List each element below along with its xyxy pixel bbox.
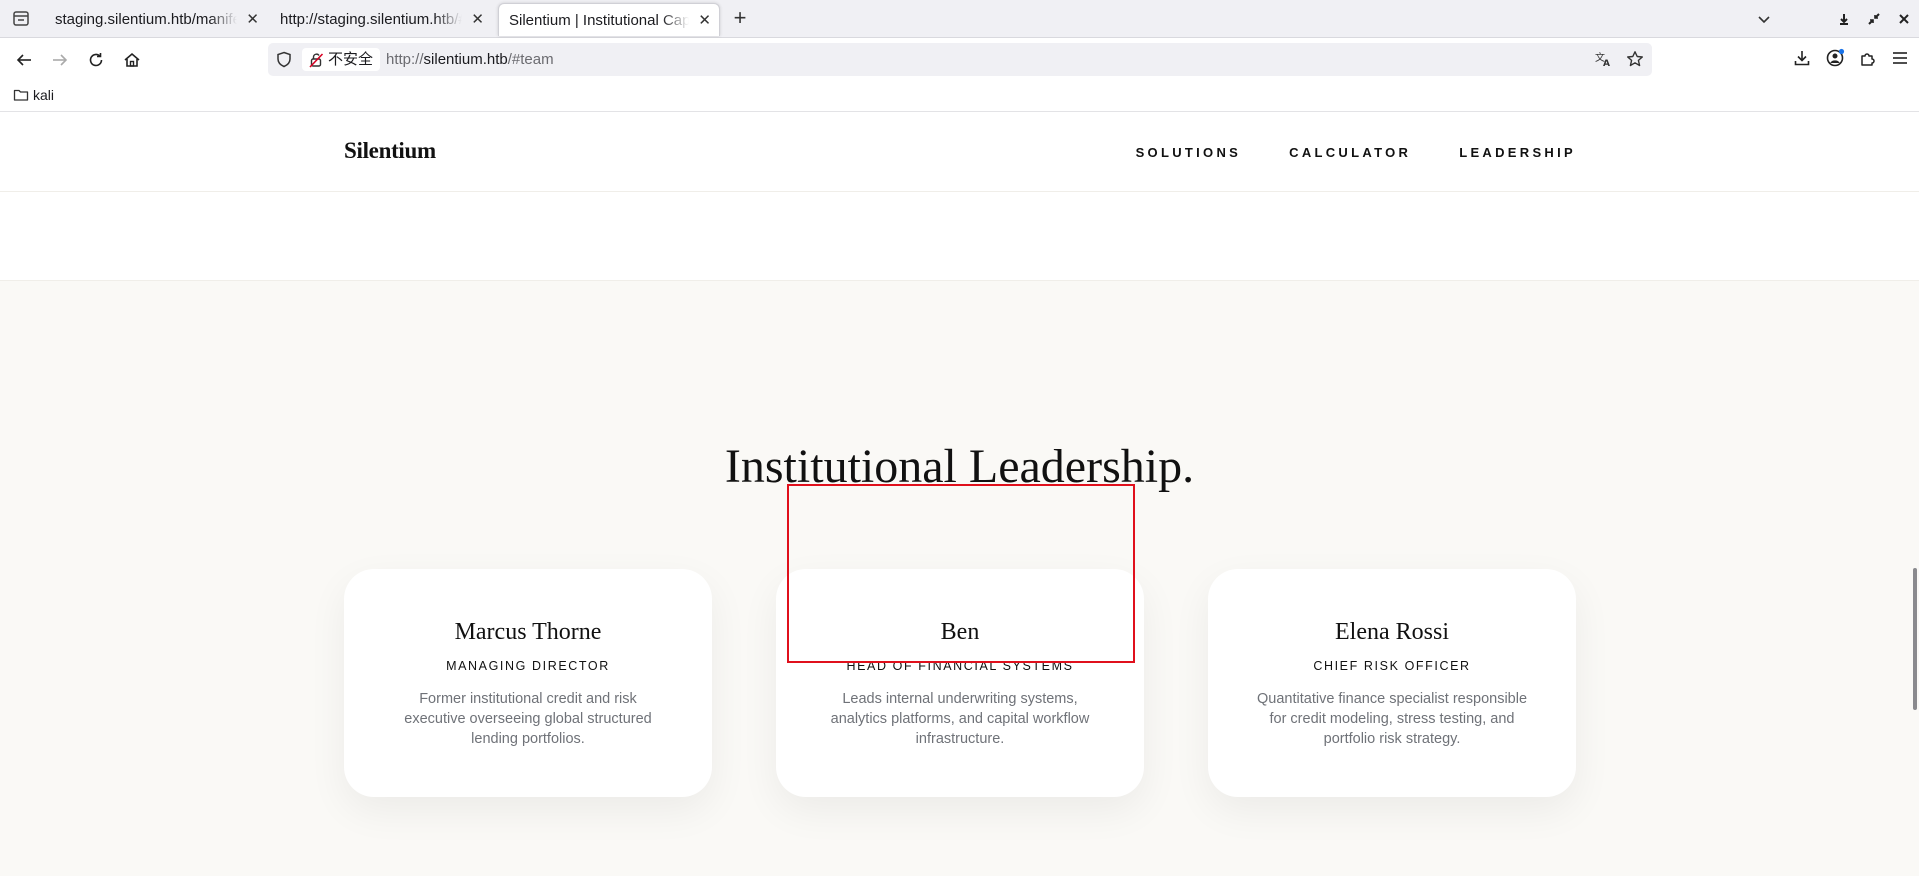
team-card-marcus-thorne: Marcus Thorne MANAGING DIRECTOR Former i… — [344, 569, 712, 797]
insecure-lock-icon — [309, 52, 324, 75]
url-text[interactable]: http://silentium.htb/#team — [386, 43, 554, 76]
team-member-name: Elena Rossi — [1335, 619, 1449, 645]
back-icon[interactable] — [12, 48, 36, 72]
tab-staging[interactable]: http://staging.silentium.htb/# ✕ — [270, 3, 492, 36]
bookmarks-toolbar: kali — [0, 82, 1919, 112]
account-icon[interactable] — [1825, 48, 1845, 73]
site-logo[interactable]: Silentium — [344, 138, 436, 164]
connection-insecure-badge[interactable]: 不安全 — [302, 48, 381, 71]
bookmark-star-icon[interactable] — [1626, 50, 1644, 73]
tab-silentium[interactable]: Silentium | Institutional Capital ✕ — [498, 3, 720, 36]
close-icon[interactable]: ✕ — [246, 3, 259, 36]
tab-title: Silentium | Institutional Capital — [509, 12, 689, 29]
tab-manifest[interactable]: staging.silentium.htb/manifest ✕ — [45, 3, 267, 36]
close-icon[interactable]: ✕ — [471, 3, 484, 36]
tab-bar: staging.silentium.htb/manifest ✕ http://… — [0, 0, 1919, 38]
team-member-description: Leads internal underwriting systems, ana… — [830, 691, 1090, 747]
folder-icon — [13, 89, 29, 101]
downloads-icon[interactable] — [1793, 49, 1811, 72]
menu-icon[interactable] — [1891, 49, 1909, 72]
address-bar[interactable]: 不安全 http://silentium.htb/#team 文A — [268, 43, 1652, 76]
team-card-ben: Ben HEAD OF FINANCIAL SYSTEMS Leads inte… — [776, 569, 1144, 797]
tab-title: staging.silentium.htb/manifest — [55, 11, 237, 28]
url-scheme: http:// — [386, 51, 424, 68]
page-viewport: Silentium SOLUTIONS CALCULATOR LEADERSHI… — [0, 112, 1919, 876]
section-title: Institutional Leadership. — [724, 440, 1195, 493]
team-member-name: Ben — [940, 619, 980, 645]
team-card-elena-rossi: Elena Rossi CHIEF RISK OFFICER Quantitat… — [1208, 569, 1576, 797]
extensions-icon[interactable] — [1859, 49, 1877, 72]
restore-icon[interactable] — [1866, 8, 1882, 30]
site-nav: SOLUTIONS CALCULATOR LEADERSHIP — [1136, 145, 1576, 160]
nav-calculator[interactable]: CALCULATOR — [1289, 145, 1411, 160]
nav-leadership[interactable]: LEADERSHIP — [1459, 145, 1576, 160]
tab-title: http://staging.silentium.htb/# — [280, 11, 462, 28]
bookmark-label: kali — [33, 87, 55, 103]
minimize-icon[interactable] — [1836, 8, 1852, 30]
shield-icon[interactable] — [276, 51, 292, 73]
team-member-description: Quantitative finance specialist responsi… — [1257, 691, 1528, 747]
team-member-description: Former institutional credit and risk exe… — [404, 691, 652, 747]
site-header: Silentium SOLUTIONS CALCULATOR LEADERSHI… — [0, 112, 1919, 192]
tab-overflow-icon[interactable] — [1756, 8, 1772, 30]
tab-list-icon[interactable] — [9, 8, 33, 30]
url-path: /#team — [507, 51, 554, 68]
team-member-name: Marcus Thorne — [454, 619, 602, 645]
forward-icon[interactable] — [48, 48, 72, 72]
close-icon[interactable]: ✕ — [698, 4, 711, 36]
team-member-role: HEAD OF FINANCIAL SYSTEMS — [846, 659, 1074, 673]
bookmark-folder-kali[interactable]: kali — [13, 87, 54, 103]
nav-solutions[interactable]: SOLUTIONS — [1136, 145, 1242, 160]
translate-icon[interactable]: 文A — [1594, 50, 1612, 73]
team-member-role: MANAGING DIRECTOR — [446, 659, 610, 673]
reload-icon[interactable] — [84, 48, 108, 72]
new-tab-button[interactable]: + — [729, 6, 751, 30]
url-host: silentium.htb — [423, 51, 508, 68]
team-section: Institutional Leadership. Marcus Thorne … — [0, 280, 1919, 876]
navigation-toolbar: 不安全 http://silentium.htb/#team 文A — [0, 38, 1919, 82]
team-member-role: CHIEF RISK OFFICER — [1313, 659, 1471, 673]
close-window-icon[interactable] — [1896, 8, 1912, 30]
home-icon[interactable] — [120, 48, 144, 72]
scrollbar-thumb[interactable] — [1913, 568, 1917, 710]
insecure-label: 不安全 — [328, 50, 374, 68]
svg-text:A: A — [1603, 59, 1610, 68]
page-scrollbar[interactable] — [1911, 112, 1919, 876]
